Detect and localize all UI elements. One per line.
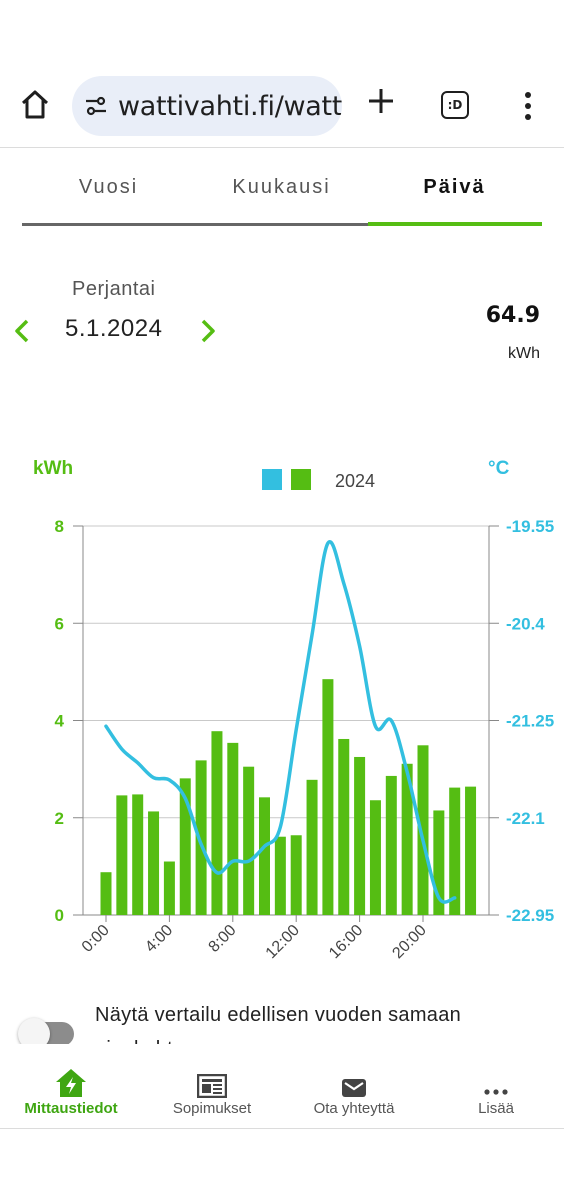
daily-total-unit: kWh bbox=[508, 345, 540, 362]
consumption-bar bbox=[243, 766, 255, 915]
left-tick-label: 8 bbox=[55, 517, 64, 536]
consumption-bar bbox=[211, 731, 223, 915]
x-tick-label: 20:00 bbox=[389, 922, 429, 962]
consumption-bar bbox=[369, 800, 381, 915]
browser-toolbar: wattivahti.fi/watt :D bbox=[0, 70, 564, 146]
address-bar[interactable]: wattivahti.fi/watt bbox=[72, 76, 342, 136]
consumption-bar bbox=[322, 679, 334, 915]
envelope-icon bbox=[341, 1068, 367, 1098]
consumption-bar bbox=[116, 795, 128, 915]
right-tick-label: -21.25 bbox=[506, 712, 554, 731]
nav-item-sopimukset[interactable]: Sopimukset bbox=[150, 1044, 274, 1124]
more-vert-icon[interactable] bbox=[520, 90, 536, 122]
nav-item-mittaustiedot[interactable]: Mittaustiedot bbox=[8, 1044, 134, 1124]
house-bolt-icon bbox=[55, 1068, 87, 1098]
toolbar-divider bbox=[0, 147, 564, 148]
tab-month[interactable]: Kuukausi bbox=[195, 176, 368, 199]
left-tick-label: 2 bbox=[55, 809, 64, 828]
tab-day[interactable]: Päivä bbox=[368, 176, 541, 199]
legend-label: 2024 bbox=[335, 471, 375, 491]
consumption-bar bbox=[354, 756, 366, 915]
consumption-bar bbox=[227, 742, 239, 915]
legend-swatch-green bbox=[291, 469, 311, 490]
consumption-bar bbox=[385, 775, 397, 915]
nav-label: Ota yhteyttä bbox=[313, 1100, 395, 1117]
new-tab-icon[interactable] bbox=[366, 86, 396, 116]
compare-label-container: Näytä vertailu edellisen vuoden samaan a… bbox=[95, 998, 555, 1044]
x-tick-label: 12:00 bbox=[263, 922, 303, 962]
x-tick-label: 16:00 bbox=[326, 922, 366, 962]
day-name: Perjantai bbox=[72, 278, 156, 300]
tab-year[interactable]: Vuosi bbox=[22, 176, 195, 199]
consumption-bar bbox=[259, 797, 270, 915]
more-dots-icon bbox=[483, 1068, 509, 1098]
active-tab-indicator bbox=[368, 222, 542, 226]
compare-label: Näytä vertailu edellisen vuoden samaan a… bbox=[95, 1004, 462, 1044]
x-tick-label: 8:00 bbox=[206, 922, 240, 956]
selected-date[interactable]: 5.1.2024 bbox=[65, 315, 162, 343]
nav-item-lisaa[interactable]: Lisää bbox=[436, 1044, 556, 1124]
right-tick-label: -20.4 bbox=[506, 614, 545, 633]
nav-label: Sopimukset bbox=[172, 1100, 252, 1117]
bottom-divider bbox=[0, 1128, 564, 1129]
left-axis-label: kWh bbox=[33, 458, 73, 479]
nav-label: Mittaustiedot bbox=[24, 1100, 118, 1117]
url-text[interactable]: wattivahti.fi/watt bbox=[118, 91, 342, 122]
previous-day-chevron-icon[interactable] bbox=[12, 318, 32, 344]
chart-svg: kWh °C 2024 0 2 4 6 8 -22.95 -22.1 -21.25 -20.4 -19.… bbox=[33, 458, 554, 962]
newspaper-icon bbox=[197, 1068, 227, 1098]
consumption-bar bbox=[100, 872, 112, 915]
consumption-chart: kWh °C 2024 0 2 4 6 8 -22.95 -22.1 -21.25 -20.4 -19.… bbox=[0, 440, 564, 1000]
consumption-bar bbox=[132, 794, 144, 915]
consumption-bar bbox=[163, 861, 175, 915]
tabs-underline bbox=[22, 223, 368, 226]
x-tick-label: 0:00 bbox=[79, 922, 113, 956]
left-tick-label: 6 bbox=[55, 614, 64, 633]
home-icon[interactable] bbox=[20, 88, 50, 120]
nav-label: Lisää bbox=[478, 1100, 514, 1117]
left-tick-label: 0 bbox=[55, 906, 64, 925]
x-tick-label: 4:00 bbox=[142, 922, 176, 956]
period-tabs: Vuosi Kuukausi Päivä bbox=[22, 160, 542, 226]
right-axis-label: °C bbox=[488, 458, 510, 479]
tab-switcher-button[interactable]: :D bbox=[441, 91, 469, 119]
next-day-chevron-icon[interactable] bbox=[198, 318, 218, 344]
consumption-bar bbox=[449, 787, 461, 915]
right-tick-label: -22.1 bbox=[506, 809, 545, 828]
site-settings-icon[interactable] bbox=[84, 94, 108, 118]
consumption-bar bbox=[290, 835, 302, 915]
daily-total-value: 64.9 bbox=[485, 303, 540, 328]
consumption-bar bbox=[338, 738, 350, 915]
left-tick-label: 4 bbox=[55, 712, 65, 731]
consumption-bar bbox=[274, 836, 286, 915]
consumption-bar bbox=[465, 786, 477, 915]
legend-swatch-blue bbox=[262, 469, 282, 490]
consumption-bar bbox=[306, 779, 318, 915]
right-tick-label: -19.55 bbox=[506, 517, 554, 536]
right-tick-label: -22.95 bbox=[506, 906, 554, 925]
nav-item-ota-yhteytta[interactable]: Ota yhteyttä bbox=[292, 1044, 416, 1124]
bottom-navigation: Mittaustiedot Sopimukset Ota yhteyttä Li… bbox=[0, 1044, 564, 1128]
consumption-bar bbox=[148, 811, 160, 915]
